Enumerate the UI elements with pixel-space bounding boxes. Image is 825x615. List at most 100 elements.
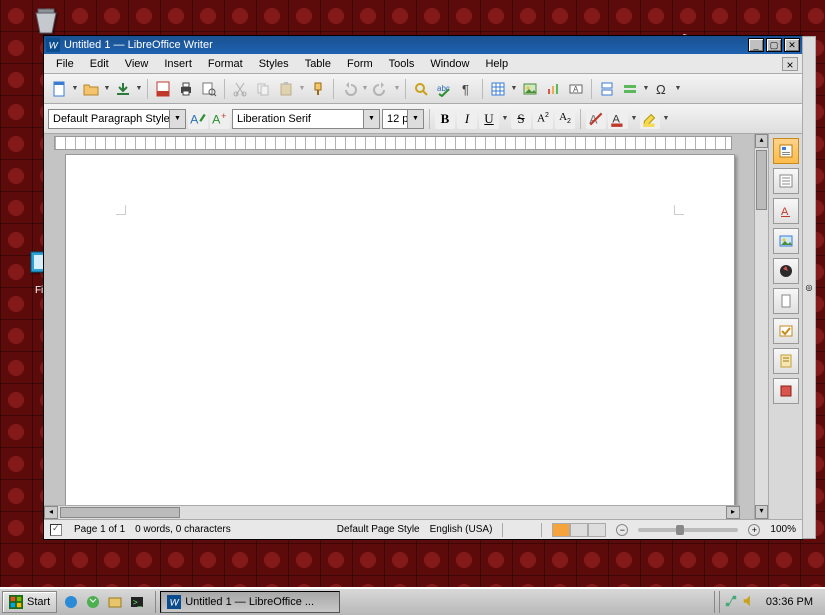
insert-textbox-icon[interactable]: A [565, 78, 587, 100]
status-insert-mode[interactable] [502, 523, 542, 537]
status-page-style[interactable]: Default Page Style [337, 524, 420, 535]
chevron-down-icon[interactable]: ▼ [407, 110, 423, 128]
subscript-icon[interactable]: A2 [555, 109, 575, 129]
copy-icon[interactable] [252, 78, 274, 100]
scroll-right-icon[interactable]: ▸ [726, 506, 740, 519]
document-close-button[interactable]: × [782, 57, 798, 71]
update-style-icon[interactable]: A [188, 109, 208, 129]
menu-insert[interactable]: Insert [156, 56, 200, 72]
new-style-icon[interactable]: A+ [210, 109, 230, 129]
menu-format[interactable]: Format [200, 56, 251, 72]
formatting-marks-icon[interactable]: ¶ [456, 78, 478, 100]
menu-styles[interactable]: Styles [251, 56, 297, 72]
status-wordcount[interactable]: 0 words, 0 characters [135, 524, 231, 535]
insert-symbol-icon[interactable]: Ω [651, 78, 673, 100]
sidebar-properties-icon[interactable] [773, 138, 799, 164]
document-page[interactable] [65, 154, 735, 505]
font-name-combo[interactable]: Liberation Serif ▼ [232, 109, 380, 129]
bold-icon[interactable]: B [435, 109, 455, 129]
open-icon[interactable] [80, 78, 102, 100]
find-replace-icon[interactable] [410, 78, 432, 100]
sidebar-page-icon[interactable] [773, 288, 799, 314]
vertical-scrollbar[interactable]: ▴ ▾ [754, 134, 768, 519]
multi-page-view-icon[interactable] [570, 523, 588, 537]
sidebar-gallery-icon[interactable] [773, 228, 799, 254]
menu-window[interactable]: Window [422, 56, 477, 72]
scrollbar-thumb[interactable] [60, 507, 180, 518]
paste-dropdown-icon[interactable]: ▼ [298, 85, 306, 92]
status-zoom[interactable]: 100% [770, 524, 796, 535]
single-page-view-icon[interactable] [552, 523, 570, 537]
zoom-out-icon[interactable]: − [616, 524, 628, 536]
insert-table-icon[interactable] [487, 78, 509, 100]
italic-icon[interactable]: I [457, 109, 477, 129]
insert-page-break-icon[interactable] [596, 78, 618, 100]
quicklaunch-browser-icon[interactable] [61, 592, 81, 612]
scroll-down-icon[interactable]: ▾ [755, 505, 768, 519]
insert-image-icon[interactable] [519, 78, 541, 100]
menu-edit[interactable]: Edit [82, 56, 117, 72]
menu-tools[interactable]: Tools [381, 56, 423, 72]
chevron-down-icon[interactable]: ▼ [169, 110, 185, 128]
redo-dropdown-icon[interactable]: ▼ [393, 85, 401, 92]
redo-icon[interactable] [370, 78, 392, 100]
status-language[interactable]: English (USA) [430, 524, 493, 535]
font-size-combo[interactable]: 12 pt ▼ [382, 109, 424, 129]
menu-help[interactable]: Help [477, 56, 516, 72]
superscript-icon[interactable]: A2 [533, 109, 553, 129]
minimize-button[interactable]: _ [748, 38, 764, 52]
scroll-up-icon[interactable]: ▴ [755, 134, 768, 148]
tray-volume-icon[interactable] [742, 594, 756, 611]
undo-dropdown-icon[interactable]: ▼ [361, 85, 369, 92]
open-dropdown-icon[interactable]: ▼ [103, 85, 111, 92]
strikethrough-icon[interactable]: S [511, 109, 531, 129]
zoom-slider[interactable] [638, 528, 738, 532]
horizontal-scrollbar[interactable]: ◂ ▸ ◎ [44, 505, 740, 519]
titlebar[interactable]: W Untitled 1 — LibreOffice Writer _ ▢ ✕ [44, 36, 802, 54]
underline-dropdown-icon[interactable]: ▼ [501, 115, 509, 122]
new-dropdown-icon[interactable]: ▼ [71, 85, 79, 92]
menu-form[interactable]: Form [339, 56, 381, 72]
print-icon[interactable] [175, 78, 197, 100]
tray-network-icon[interactable] [724, 594, 738, 611]
symbol-dropdown-icon[interactable]: ▼ [674, 85, 682, 92]
save-indicator-icon[interactable] [50, 524, 62, 536]
sidebar-styles-icon[interactable] [773, 168, 799, 194]
zoom-in-icon[interactable]: + [748, 524, 760, 536]
quicklaunch-terminal-icon[interactable]: >_ [127, 592, 147, 612]
new-document-icon[interactable] [48, 78, 70, 100]
clone-formatting-icon[interactable] [307, 78, 329, 100]
scroll-left-icon[interactable]: ◂ [44, 506, 58, 519]
print-preview-icon[interactable] [198, 78, 220, 100]
menu-view[interactable]: View [117, 56, 157, 72]
insert-chart-icon[interactable] [542, 78, 564, 100]
undo-icon[interactable] [338, 78, 360, 100]
spellcheck-icon[interactable]: abc [433, 78, 455, 100]
save-icon[interactable] [112, 78, 134, 100]
taskbar-clock[interactable]: 03:36 PM [760, 596, 819, 608]
zoom-slider-knob[interactable] [676, 525, 684, 535]
insert-field-icon[interactable] [619, 78, 641, 100]
horizontal-ruler[interactable] [54, 136, 732, 150]
sidebar-manage-changes-icon[interactable] [773, 318, 799, 344]
field-dropdown-icon[interactable]: ▼ [642, 85, 650, 92]
status-page[interactable]: Page 1 of 1 [74, 524, 125, 535]
scrollbar-thumb[interactable] [756, 150, 767, 210]
document-viewport[interactable] [48, 154, 752, 505]
book-view-icon[interactable] [588, 523, 606, 537]
sidebar-navigator-icon[interactable] [773, 258, 799, 284]
quicklaunch-mail-icon[interactable] [83, 592, 103, 612]
underline-icon[interactable]: U [479, 109, 499, 129]
highlight-dropdown-icon[interactable]: ▼ [662, 115, 670, 122]
sidebar-character-icon[interactable]: A [773, 198, 799, 224]
font-color-dropdown-icon[interactable]: ▼ [630, 115, 638, 122]
chevron-down-icon[interactable]: ▼ [363, 110, 379, 128]
highlight-color-icon[interactable] [640, 109, 660, 129]
quicklaunch-explorer-icon[interactable] [105, 592, 125, 612]
export-pdf-icon[interactable] [152, 78, 174, 100]
table-dropdown-icon[interactable]: ▼ [510, 85, 518, 92]
sidebar-style-inspector-icon[interactable] [773, 348, 799, 374]
save-dropdown-icon[interactable]: ▼ [135, 85, 143, 92]
paste-icon[interactable] [275, 78, 297, 100]
sidebar-accessibility-icon[interactable] [773, 378, 799, 404]
